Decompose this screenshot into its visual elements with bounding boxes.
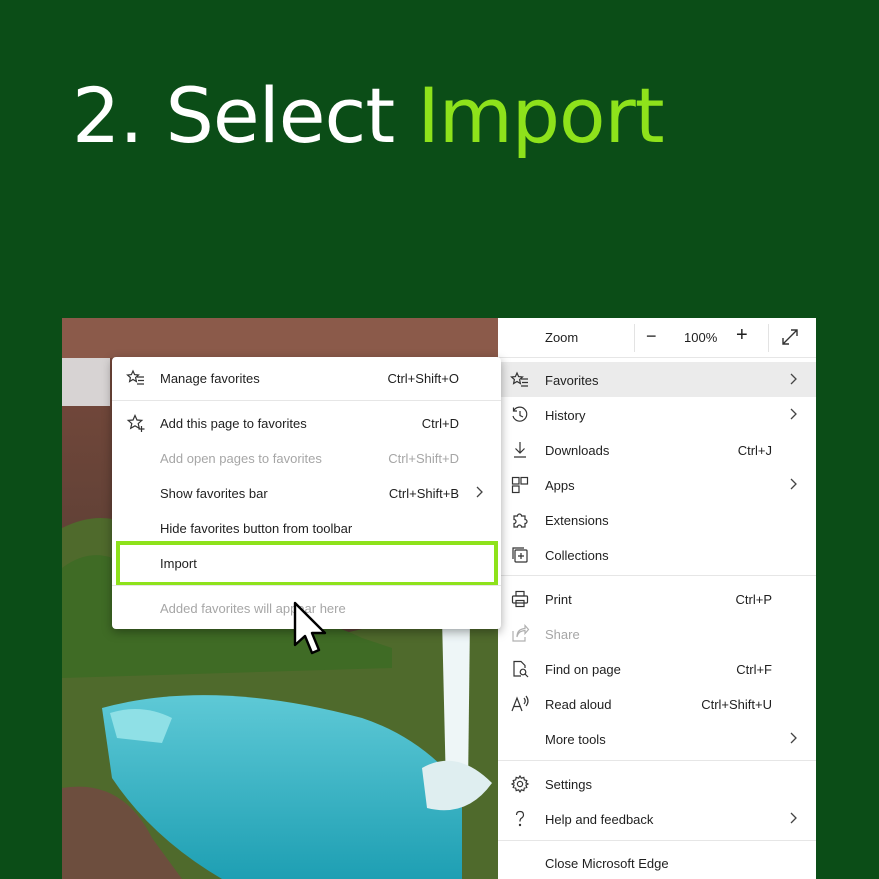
collections-icon <box>510 545 530 565</box>
submenu-item-label: Add open pages to favorites <box>160 451 322 466</box>
menu-item-shortcut: Ctrl+J <box>737 443 772 458</box>
menu-item-favorites[interactable]: Favorites <box>498 362 816 397</box>
menu-item-share[interactable]: Share <box>498 616 816 651</box>
submenu-item-label: Hide favorites button from toolbar <box>160 521 353 536</box>
divider <box>498 840 816 841</box>
divider <box>498 760 816 761</box>
chevron-right-icon <box>790 812 797 824</box>
menu-item-history[interactable]: History <box>498 397 816 432</box>
find-icon <box>510 659 530 679</box>
submenu-item-hide-favorites-button[interactable]: Hide favorites button from toolbar <box>112 510 501 545</box>
puzzle-icon <box>510 510 530 530</box>
favorites-submenu: Manage favorites Ctrl+Shift+O Add this p… <box>112 357 501 655</box>
chevron-right-icon <box>790 732 797 744</box>
menu-item-label: Downloads <box>545 443 610 458</box>
zoom-value: 100% <box>684 330 718 345</box>
read-aloud-icon <box>510 694 530 714</box>
fullscreen-icon[interactable] <box>780 327 800 347</box>
menu-item-shortcut: Ctrl+F <box>736 662 772 677</box>
menu-item-apps[interactable]: Apps <box>498 467 816 502</box>
menu-item-close-edge[interactable]: Close Microsoft Edge <box>498 845 816 879</box>
chevron-right-icon <box>476 486 483 498</box>
submenu-item-shortcut: Ctrl+Shift+B <box>388 486 459 501</box>
help-icon <box>510 809 530 829</box>
submenu-item-manage-favorites[interactable]: Manage favorites Ctrl+Shift+O <box>112 360 501 395</box>
download-icon <box>510 440 530 460</box>
menu-item-label: Share <box>545 627 580 642</box>
headline-accent: Import <box>417 71 664 160</box>
menu-item-label: Apps <box>545 478 575 493</box>
menu-item-find-on-page[interactable]: Find on page Ctrl+F <box>498 651 816 686</box>
chevron-right-icon <box>790 373 797 385</box>
divider <box>112 400 501 401</box>
menu-item-label: Find on page <box>545 662 621 677</box>
gear-icon <box>510 774 530 794</box>
zoom-in-button[interactable]: + <box>736 324 748 347</box>
submenu-item-shortcut: Ctrl+Shift+D <box>388 451 459 466</box>
menu-item-label: Read aloud <box>545 697 612 712</box>
divider <box>634 324 635 352</box>
divider <box>112 585 501 586</box>
menu-item-collections[interactable]: Collections <box>498 537 816 572</box>
submenu-item-label: Add this page to favorites <box>160 416 307 431</box>
menu-item-label: Settings <box>545 777 592 792</box>
history-icon <box>510 405 530 425</box>
menu-item-shortcut: Ctrl+P <box>735 592 772 607</box>
menu-item-extensions[interactable]: Extensions <box>498 502 816 537</box>
headline-prefix: 2. Select <box>72 71 395 160</box>
zoom-out-button[interactable]: − <box>646 326 657 347</box>
menu-item-label: Print <box>545 592 572 607</box>
share-icon <box>510 623 530 644</box>
zoom-label: Zoom <box>545 330 579 345</box>
chevron-right-icon <box>790 408 797 420</box>
menu-item-read-aloud[interactable]: Read aloud Ctrl+Shift+U <box>498 686 816 721</box>
browser-screenshot: Zoom − 100% + Favorites History Download… <box>62 318 816 879</box>
submenu-item-add-open-pages[interactable]: Add open pages to favorites Ctrl+Shift+D <box>112 440 501 475</box>
printer-icon <box>510 589 530 609</box>
headline: 2. Select Import <box>72 78 665 154</box>
submenu-item-show-favorites-bar[interactable]: Show favorites bar Ctrl+Shift+B <box>112 475 501 510</box>
submenu-item-label: Manage favorites <box>160 371 260 386</box>
submenu-item-shortcut: Ctrl+Shift+O <box>387 371 459 386</box>
menu-item-label: Collections <box>545 548 609 563</box>
favorites-icon <box>510 370 530 390</box>
divider <box>768 324 769 352</box>
menu-item-label: Favorites <box>545 373 599 388</box>
submenu-item-add-this-page[interactable]: Add this page to favorites Ctrl+D <box>112 405 501 440</box>
divider <box>498 575 816 576</box>
menu-item-shortcut: Ctrl+Shift+U <box>701 697 772 712</box>
menu-item-label: Extensions <box>545 513 609 528</box>
mouse-pointer-icon <box>293 601 327 655</box>
menu-item-label: History <box>545 408 586 423</box>
menu-item-help-and-feedback[interactable]: Help and feedback <box>498 801 816 836</box>
apps-icon <box>510 475 530 495</box>
menu-item-label: Help and feedback <box>545 812 654 827</box>
submenu-item-shortcut: Ctrl+D <box>421 416 459 431</box>
zoom-row: Zoom − 100% + <box>498 318 816 356</box>
settings-menu: Zoom − 100% + Favorites History Download… <box>498 318 816 879</box>
menu-item-more-tools[interactable]: More tools <box>498 721 816 756</box>
star-add-icon <box>126 413 146 433</box>
favorites-list-icon <box>126 368 146 388</box>
menu-item-label: Close Microsoft Edge <box>545 856 669 871</box>
menu-item-print[interactable]: Print Ctrl+P <box>498 581 816 616</box>
chevron-right-icon <box>790 478 797 490</box>
menu-item-downloads[interactable]: Downloads Ctrl+J <box>498 432 816 467</box>
divider <box>498 357 816 358</box>
submenu-item-label: Show favorites bar <box>160 486 268 501</box>
menu-item-settings[interactable]: Settings <box>498 766 816 801</box>
menu-item-label: More tools <box>545 732 606 747</box>
import-highlight-box <box>116 541 498 586</box>
